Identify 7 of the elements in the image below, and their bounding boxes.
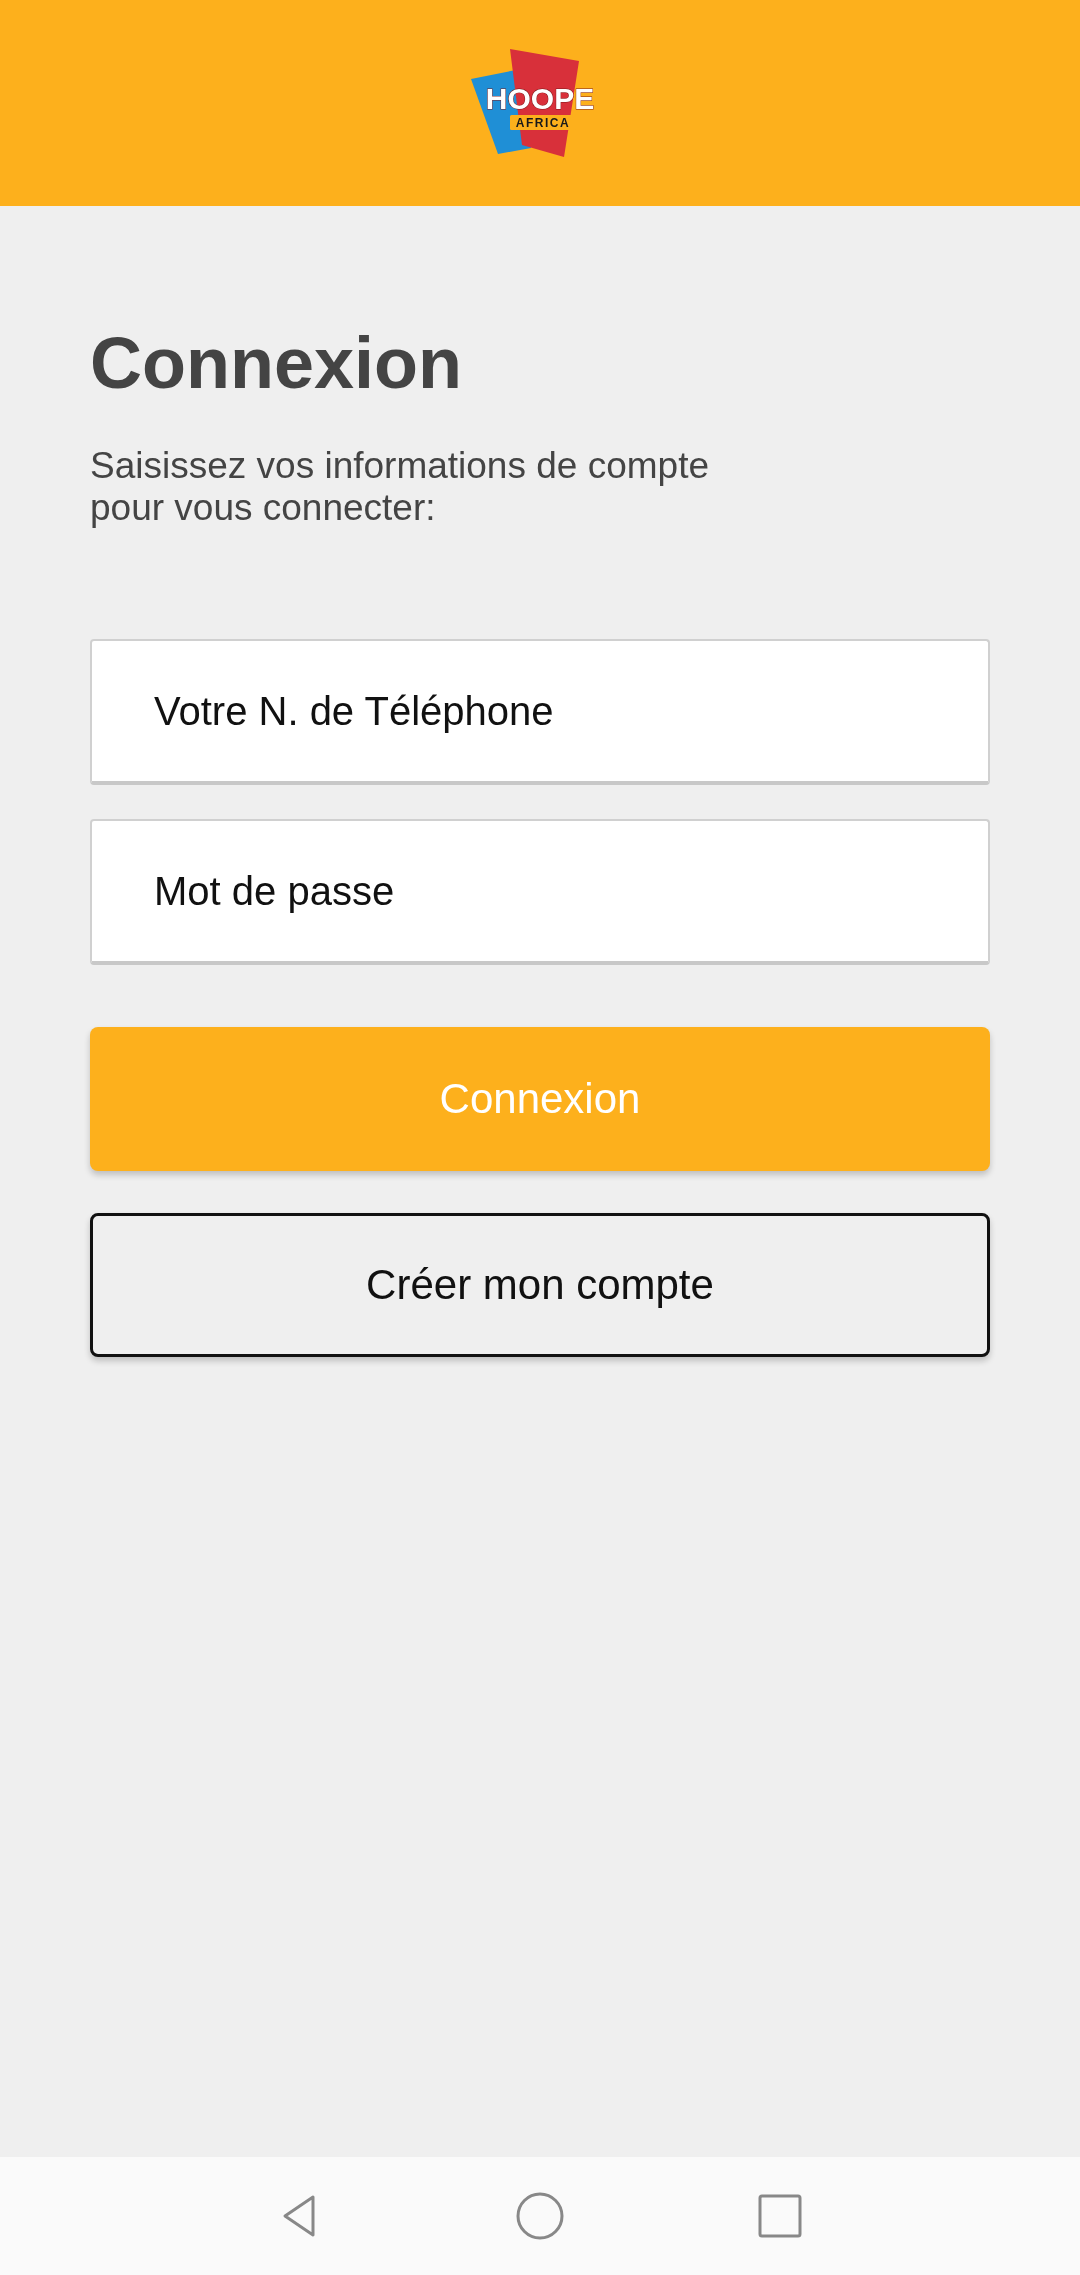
create-account-button[interactable]: Créer mon compte <box>90 1213 990 1358</box>
page-title: Connexion <box>90 324 463 404</box>
instructions-text: Saisissez vos informations de compte pour vous connecter: <box>90 445 710 530</box>
home-icon[interactable] <box>515 2191 565 2241</box>
input-field[interactable]: Votre N. de Téléphone <box>90 639 990 786</box>
logo-tagline: AFRICA <box>515 116 571 130</box>
input-field[interactable]: Mot de passe <box>90 819 990 966</box>
